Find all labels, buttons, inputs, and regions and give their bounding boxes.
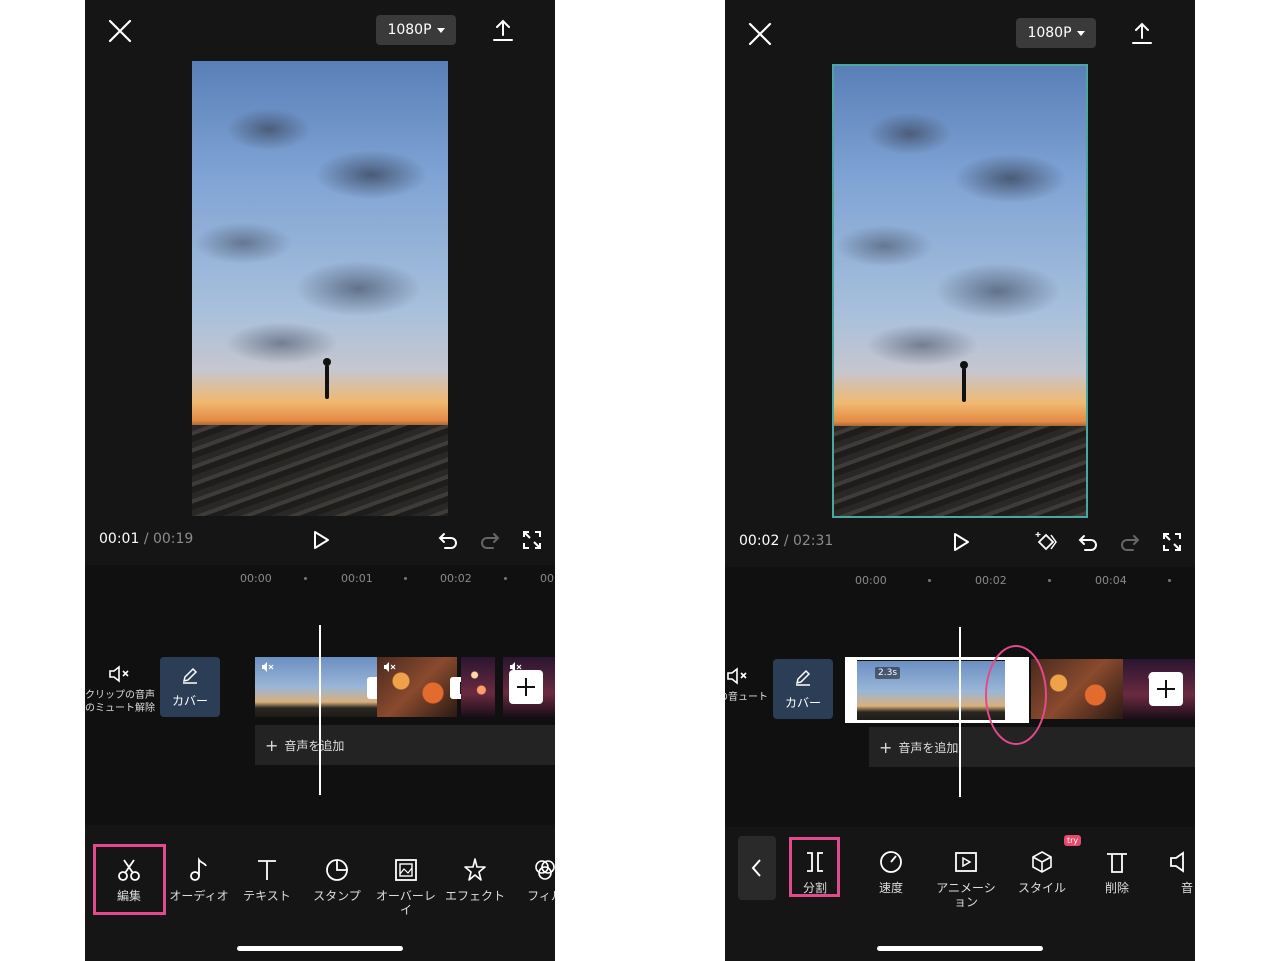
bottom-toolbar: 編集 オーディオ テキスト スタンプ オーバーレイ エフェクト フィル bbox=[85, 825, 555, 925]
tool-text[interactable]: テキスト bbox=[232, 857, 302, 903]
try-badge: try bbox=[1064, 835, 1082, 846]
video-clip[interactable] bbox=[461, 657, 495, 717]
keyframe-icon[interactable] bbox=[1035, 531, 1057, 553]
top-bar: 1080P bbox=[85, 0, 555, 60]
video-clip[interactable] bbox=[377, 657, 457, 717]
tool-filter[interactable]: フィル bbox=[510, 857, 555, 903]
ruler-dot bbox=[304, 577, 307, 580]
rock-foreground bbox=[192, 425, 448, 516]
rock-foreground bbox=[834, 426, 1086, 516]
resolution-button[interactable]: 1080P bbox=[376, 15, 456, 45]
ruler-tick: 00:02 bbox=[975, 574, 1007, 587]
ruler-tick: 00:0 bbox=[540, 572, 555, 585]
close-icon[interactable] bbox=[107, 18, 133, 44]
add-audio-button[interactable]: + 音声を追加 bbox=[255, 725, 555, 765]
filter-icon bbox=[535, 860, 555, 880]
ruler-dot bbox=[404, 577, 407, 580]
add-clip-button[interactable] bbox=[1149, 672, 1183, 706]
tool-style[interactable]: スタイル bbox=[1007, 849, 1077, 895]
fullscreen-icon[interactable] bbox=[521, 529, 543, 551]
person-silhouette bbox=[323, 358, 331, 399]
time-ruler: 00:00 00:01 00:02 00:0 bbox=[85, 565, 555, 595]
clip-duration-badge: 2.3s bbox=[875, 667, 901, 679]
ruler-tick: 00:02 bbox=[440, 572, 472, 585]
plus-icon: + bbox=[879, 737, 893, 757]
tool-effect[interactable]: エフェクト bbox=[440, 857, 510, 903]
mute-toggle[interactable]: プの音ュート bbox=[725, 667, 773, 704]
home-indicator bbox=[877, 946, 1043, 951]
close-icon[interactable] bbox=[747, 21, 773, 47]
mute-toggle[interactable]: クリップの音声のミュート解除 bbox=[85, 665, 155, 715]
home-indicator bbox=[237, 946, 403, 951]
ruler-tick: 00:04 bbox=[1095, 574, 1127, 587]
clip-mute-icon bbox=[262, 662, 274, 672]
play-icon[interactable] bbox=[310, 529, 332, 551]
overlay-icon bbox=[395, 859, 417, 881]
highlight-annotation bbox=[985, 645, 1047, 745]
tool-animation[interactable]: アニメーション bbox=[931, 849, 1001, 909]
speed-icon bbox=[880, 851, 902, 873]
editor-screen-right: 1080P 00:02 / 02:31 00:00 00:02 00:04 プの… bbox=[725, 0, 1195, 961]
caret-down-icon bbox=[1076, 30, 1085, 36]
undo-icon[interactable] bbox=[437, 529, 459, 551]
bottom-toolbar: 分割 速度 アニメーション スタイル try 削除 音 bbox=[725, 827, 1195, 927]
redo-icon[interactable] bbox=[1119, 531, 1141, 553]
ruler-tick: 00:00 bbox=[855, 574, 887, 587]
fullscreen-icon[interactable] bbox=[1161, 531, 1183, 553]
ruler-dot bbox=[1168, 579, 1171, 582]
video-clip[interactable] bbox=[255, 657, 377, 717]
ruler-dot bbox=[504, 577, 507, 580]
timeline[interactable]: クリップの音声のミュート解除 カバー + 音声を追加 bbox=[85, 595, 555, 825]
text-icon bbox=[258, 860, 276, 880]
top-bar: 1080P bbox=[725, 0, 1195, 60]
chevron-left-icon bbox=[751, 859, 761, 877]
play-icon[interactable] bbox=[950, 531, 972, 553]
resolution-button[interactable]: 1080P bbox=[1016, 18, 1096, 48]
playhead[interactable] bbox=[959, 627, 961, 797]
tool-audio[interactable]: オーディオ bbox=[164, 857, 234, 903]
timecode: 00:01 / 00:19 bbox=[99, 531, 194, 547]
cover-button[interactable]: カバー bbox=[773, 659, 833, 719]
volume-icon bbox=[1170, 851, 1184, 873]
redo-icon[interactable] bbox=[479, 529, 501, 551]
pencil-icon bbox=[795, 669, 811, 686]
plus-icon: + bbox=[265, 735, 279, 755]
video-preview[interactable] bbox=[192, 61, 448, 516]
cover-button[interactable]: カバー bbox=[160, 657, 220, 717]
tool-volume[interactable]: 音 bbox=[1157, 849, 1195, 895]
back-button[interactable] bbox=[738, 836, 776, 900]
tool-delete[interactable]: 削除 bbox=[1082, 849, 1152, 895]
speaker-mute-icon bbox=[109, 665, 129, 683]
tool-speed[interactable]: 速度 bbox=[856, 849, 926, 895]
export-icon[interactable] bbox=[492, 18, 514, 42]
caret-down-icon bbox=[436, 27, 445, 33]
highlight-annotation bbox=[93, 844, 166, 915]
video-preview[interactable] bbox=[832, 64, 1088, 518]
sparkle-icon bbox=[464, 858, 486, 881]
ruler-dot bbox=[928, 579, 931, 582]
undo-icon[interactable] bbox=[1077, 531, 1099, 553]
highlight-annotation bbox=[789, 837, 840, 897]
clip-mute-icon bbox=[384, 662, 396, 672]
person-silhouette bbox=[960, 361, 968, 402]
timecode: 00:02 / 02:31 bbox=[739, 533, 834, 549]
animation-icon bbox=[955, 852, 977, 872]
sticker-icon bbox=[326, 859, 348, 881]
editor-screen-left: 1080P 00:01 / 00:19 00:00 00:01 00:02 00… bbox=[85, 0, 555, 961]
cube-icon bbox=[1032, 851, 1052, 873]
export-icon[interactable] bbox=[1131, 21, 1153, 45]
tool-sticker[interactable]: スタンプ bbox=[302, 857, 372, 903]
pencil-icon bbox=[182, 667, 198, 684]
ruler-tick: 00:01 bbox=[341, 572, 373, 585]
timeline[interactable]: プの音ュート カバー 2.3s +音声を追加 bbox=[725, 597, 1195, 827]
time-ruler: 00:00 00:02 00:04 bbox=[725, 567, 1195, 597]
trash-icon bbox=[1107, 853, 1127, 873]
ruler-dot bbox=[1048, 579, 1051, 582]
speaker-mute-icon bbox=[727, 667, 747, 685]
playhead[interactable] bbox=[319, 625, 321, 795]
add-clip-button[interactable] bbox=[509, 670, 543, 704]
music-note-icon bbox=[190, 857, 207, 881]
ruler-tick: 00:00 bbox=[240, 572, 272, 585]
tool-overlay[interactable]: オーバーレイ bbox=[371, 857, 441, 917]
